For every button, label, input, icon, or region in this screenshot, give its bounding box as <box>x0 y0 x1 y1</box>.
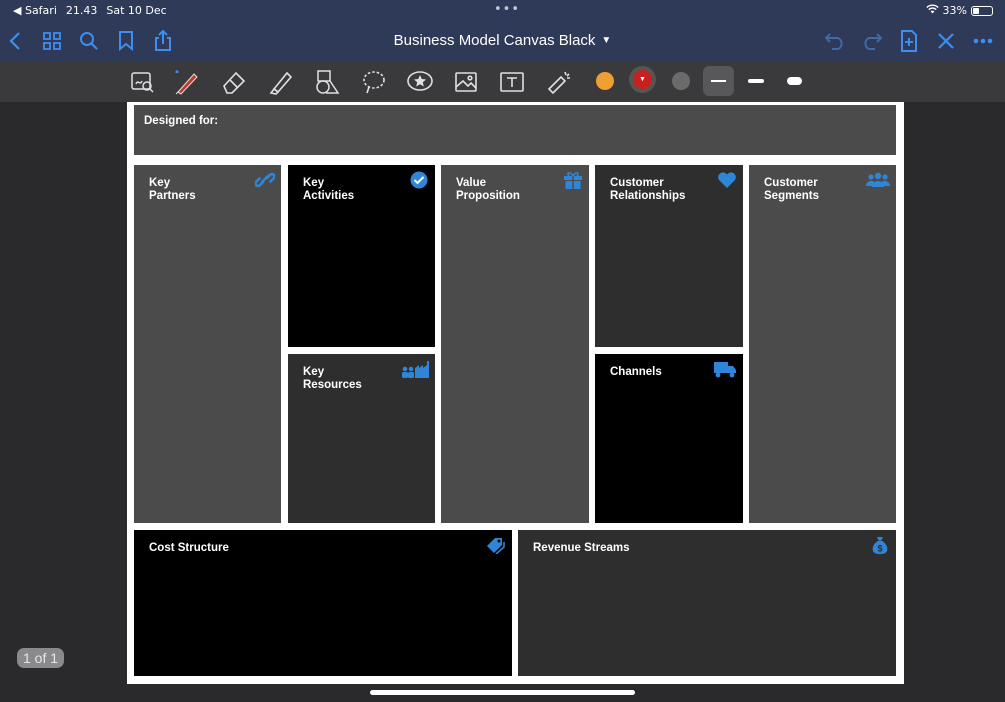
back-to-app-link[interactable]: ◀ Safari <box>13 4 57 17</box>
link-icon <box>255 172 275 188</box>
wifi-icon <box>925 4 939 17</box>
customer-segments-block[interactable]: Customer Segments <box>749 165 896 523</box>
drawing-toolbar: ▼ <box>0 61 1005 102</box>
price-tags-icon <box>487 538 505 554</box>
chevron-down-icon: ▼ <box>601 35 612 46</box>
value-proposition-label: Value Proposition <box>456 177 520 202</box>
revenue-streams-label: Revenue Streams <box>533 542 630 554</box>
cost-structure-label: Cost Structure <box>149 542 229 554</box>
revenue-streams-block[interactable]: Revenue Streams $ <box>518 530 896 676</box>
key-resources-block[interactable]: Key Resources <box>288 354 435 523</box>
chevron-down-icon: ▼ <box>633 70 652 89</box>
close-icon[interactable] <box>933 28 959 54</box>
users-group-icon <box>866 172 890 187</box>
color-swatch-red-selected[interactable]: ▼ <box>629 66 656 93</box>
pen-tool-icon[interactable] <box>172 67 202 97</box>
channels-label: Channels <box>610 366 662 378</box>
customer-relationships-block[interactable]: Customer Relationships <box>595 165 743 347</box>
page-indicator[interactable]: 1 of 1 <box>17 648 64 668</box>
key-activities-label: Key Activities <box>303 177 355 202</box>
workers-factory-icon <box>402 361 429 378</box>
home-indicator[interactable] <box>370 690 635 695</box>
text-tool-icon[interactable] <box>497 67 527 97</box>
customer-relationships-label: Customer Relationships <box>610 177 686 202</box>
checkmark-badge-icon <box>410 171 428 189</box>
status-right: 33% <box>925 4 993 17</box>
shapes-tool-icon[interactable] <box>312 67 342 97</box>
stroke-medium[interactable] <box>748 79 764 83</box>
image-tool-icon[interactable] <box>451 67 481 97</box>
customer-segments-label: Customer Segments <box>764 177 819 202</box>
sticker-tool-icon[interactable] <box>405 67 435 97</box>
laser-pointer-icon[interactable] <box>544 67 574 97</box>
cost-structure-block[interactable]: Cost Structure <box>134 530 512 676</box>
add-page-icon[interactable] <box>896 28 922 54</box>
key-partners-block[interactable]: Key Partners <box>134 165 281 523</box>
key-partners-label: Key Partners <box>149 177 196 202</box>
battery-percent: 33% <box>942 4 967 17</box>
status-date: Sat 10 Dec <box>106 4 167 17</box>
designed-for-label: Designed for: <box>144 115 219 127</box>
more-icon[interactable] <box>970 28 996 54</box>
canvas-page[interactable]: Designed for: Key Partners Key Activitie… <box>127 102 904 684</box>
channels-block[interactable]: Channels <box>595 354 743 523</box>
stroke-thin-selected[interactable] <box>703 66 734 96</box>
gift-icon <box>564 172 582 189</box>
designed-for-box[interactable]: Designed for: <box>134 105 896 155</box>
heart-icon <box>718 172 736 188</box>
money-bag-icon: $ <box>872 537 888 554</box>
undo-icon[interactable] <box>822 28 848 54</box>
document-title: Business Model Canvas Black <box>393 32 596 49</box>
color-swatch-orange[interactable] <box>596 72 614 90</box>
delivery-truck-icon <box>714 362 736 378</box>
top-bar: ◀ Safari 21.43 Sat 10 Dec ••• 33% Busine… <box>0 0 1005 61</box>
stroke-thick[interactable] <box>787 77 802 85</box>
status-time: 21.43 <box>65 4 98 17</box>
multitasking-dots-icon[interactable]: ••• <box>494 2 520 17</box>
svg-text:$: $ <box>877 544 882 554</box>
lasso-tool-icon[interactable] <box>359 67 389 97</box>
key-activities-block[interactable]: Key Activities <box>288 165 435 347</box>
color-swatch-gray[interactable] <box>672 72 690 90</box>
status-left: ◀ Safari 21.43 Sat 10 Dec <box>13 4 167 17</box>
value-proposition-block[interactable]: Value Proposition <box>441 165 589 523</box>
read-mode-icon[interactable] <box>127 67 157 97</box>
redo-icon[interactable] <box>859 28 885 54</box>
highlighter-tool-icon[interactable] <box>266 67 296 97</box>
battery-icon <box>971 5 993 16</box>
document-title-menu[interactable]: Business Model Canvas Black ▼ <box>0 32 1005 49</box>
eraser-tool-icon[interactable] <box>219 67 249 97</box>
